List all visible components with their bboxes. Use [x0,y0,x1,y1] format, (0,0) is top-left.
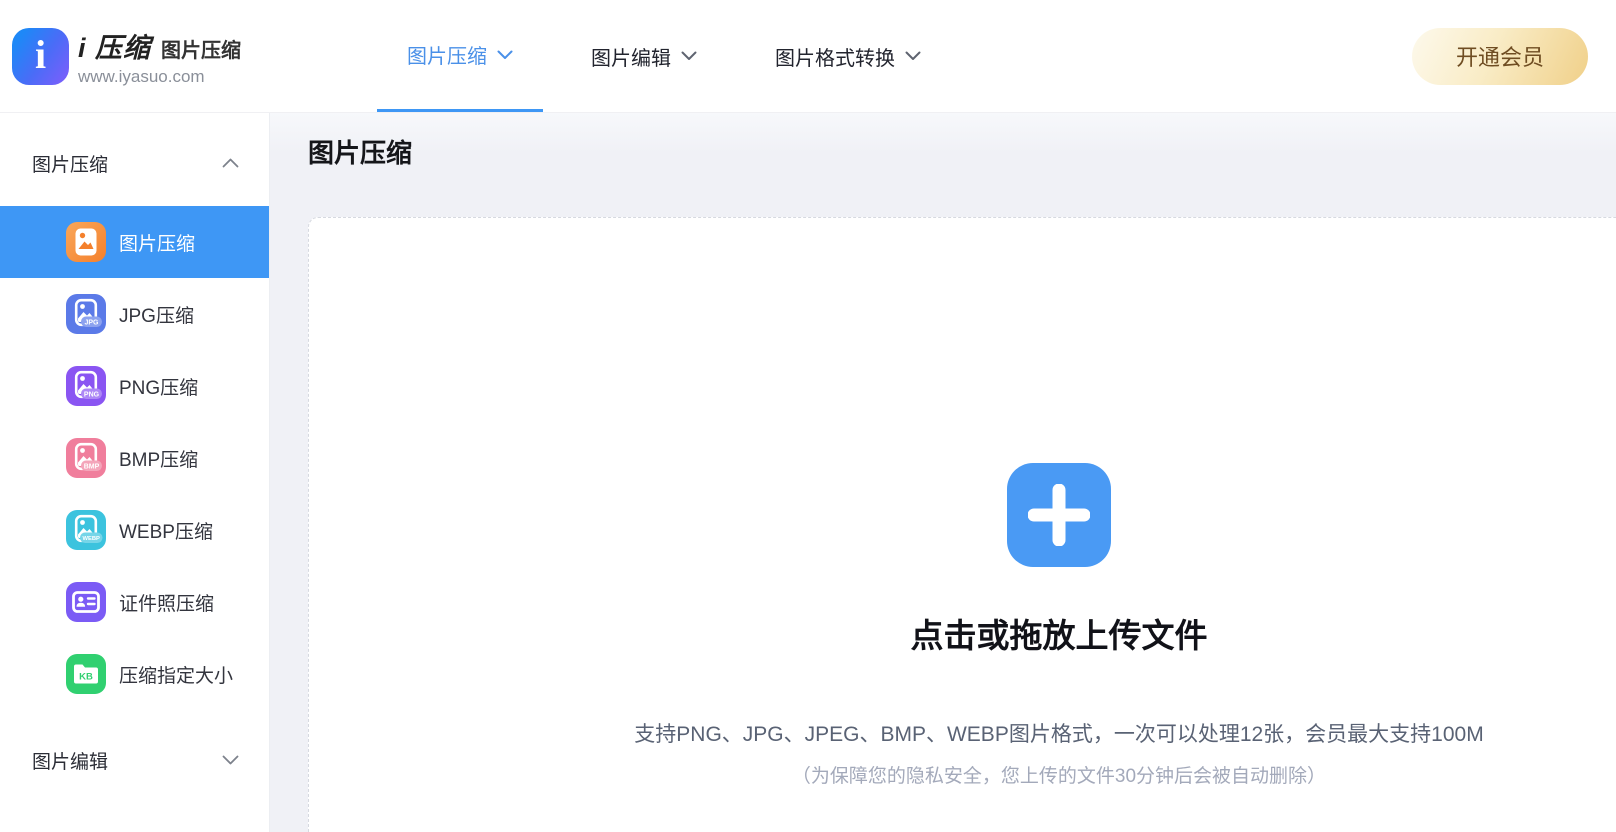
id-photo-icon [66,582,106,622]
main-content: 图片压缩 点击或拖放上传文件 支持PNG、JPG、JPEG、BMP、WEBP图片… [270,113,1616,832]
vip-membership-button[interactable]: 开通会员 [1412,27,1588,85]
sidebar-menu: 图片压缩 JPG JPG压缩 PNG PNG压缩 BMP BMP压缩 WEBP … [0,206,269,710]
top-header: i i 压缩 图片压缩 www.iyasuo.com 图片压缩 图片编辑 图片格… [0,0,1616,113]
sidebar-item-png-compress[interactable]: PNG PNG压缩 [0,350,269,422]
site-domain: www.iyasuo.com [78,66,205,86]
section-label: 图片编辑 [32,751,109,773]
chevron-down-icon [497,50,513,59]
logo-letter: i [34,32,47,77]
svg-text:JPG: JPG [84,319,99,326]
page-title: 图片压缩 [308,138,413,168]
brand-name: i 压缩 [78,32,152,63]
sidebar-item-label: 图片压缩 [119,233,196,255]
chevron-down-icon [905,51,921,60]
sidebar: 图片压缩 图片压缩 JPG JPG压缩 PNG PNG压缩 BMP BMP压缩 … [0,113,270,832]
nav-tab-image-edit[interactable]: 图片编辑 [561,0,727,112]
sidebar-item-compress-to-size[interactable]: KB 压缩指定大小 [0,638,269,710]
sidebar-section-image-compress[interactable]: 图片压缩 [0,137,269,189]
webp-compress-icon: WEBP [66,510,106,550]
add-files-plus-button[interactable] [1007,463,1111,567]
jpg-compress-icon: JPG [66,294,106,334]
chevron-down-icon [222,755,239,765]
sidebar-section-image-edit[interactable]: 图片编辑 [0,734,269,786]
sidebar-item-jpg-compress[interactable]: JPG JPG压缩 [0,278,269,350]
chevron-down-icon [681,51,697,60]
upload-privacy-text: （为保障您的隐私安全，您上传的文件30分钟后会被自动删除） [791,766,1327,787]
plus-icon [1028,484,1090,546]
nav-tab-label: 图片编辑 [591,47,671,70]
upload-support-text: 支持PNG、JPG、JPEG、BMP、WEBP图片格式，一次可以处理12张，会员… [634,723,1484,746]
nav-tab-label: 图片压缩 [407,46,487,68]
sidebar-item-image-compress[interactable]: 图片压缩 [0,206,269,278]
site-logo[interactable]: i i 压缩 图片压缩 www.iyasuo.com [12,26,312,87]
chevron-up-icon [222,158,239,168]
image-compress-icon [66,222,106,262]
sidebar-item-label: WEBP压缩 [119,521,213,543]
svg-text:KB: KB [79,672,93,683]
svg-text:PNG: PNG [84,391,100,398]
nav-tab-image-compress[interactable]: 图片压缩 [377,0,543,112]
logo-i-icon: i [12,27,69,85]
upload-dropzone[interactable]: 点击或拖放上传文件 支持PNG、JPG、JPEG、BMP、WEBP图片格式，一次… [308,217,1616,832]
upload-heading: 点击或拖放上传文件 [910,617,1208,654]
sidebar-item-id-photo-compress[interactable]: 证件照压缩 [0,566,269,638]
nav-tab-label: 图片格式转换 [775,47,895,70]
sidebar-item-label: JPG压缩 [119,305,194,327]
section-label: 图片压缩 [32,154,109,176]
bmp-compress-icon: BMP [66,438,106,478]
svg-text:WEBP: WEBP [82,536,100,542]
svg-text:BMP: BMP [84,463,100,470]
sidebar-item-webp-compress[interactable]: WEBP WEBP压缩 [0,494,269,566]
logo-text: i 压缩 图片压缩 www.iyasuo.com [78,26,241,87]
sidebar-item-label: 证件照压缩 [119,593,215,615]
sidebar-item-label: BMP压缩 [119,449,199,471]
kb-size-icon: KB [66,654,106,694]
sidebar-item-label: 压缩指定大小 [119,665,234,687]
sidebar-item-bmp-compress[interactable]: BMP BMP压缩 [0,422,269,494]
png-compress-icon: PNG [66,366,106,406]
sidebar-item-label: PNG压缩 [119,377,199,399]
brand-suffix: 图片压缩 [161,39,242,62]
nav-tab-format-convert[interactable]: 图片格式转换 [745,0,951,112]
main-nav: 图片压缩 图片编辑 图片格式转换 [368,0,960,112]
